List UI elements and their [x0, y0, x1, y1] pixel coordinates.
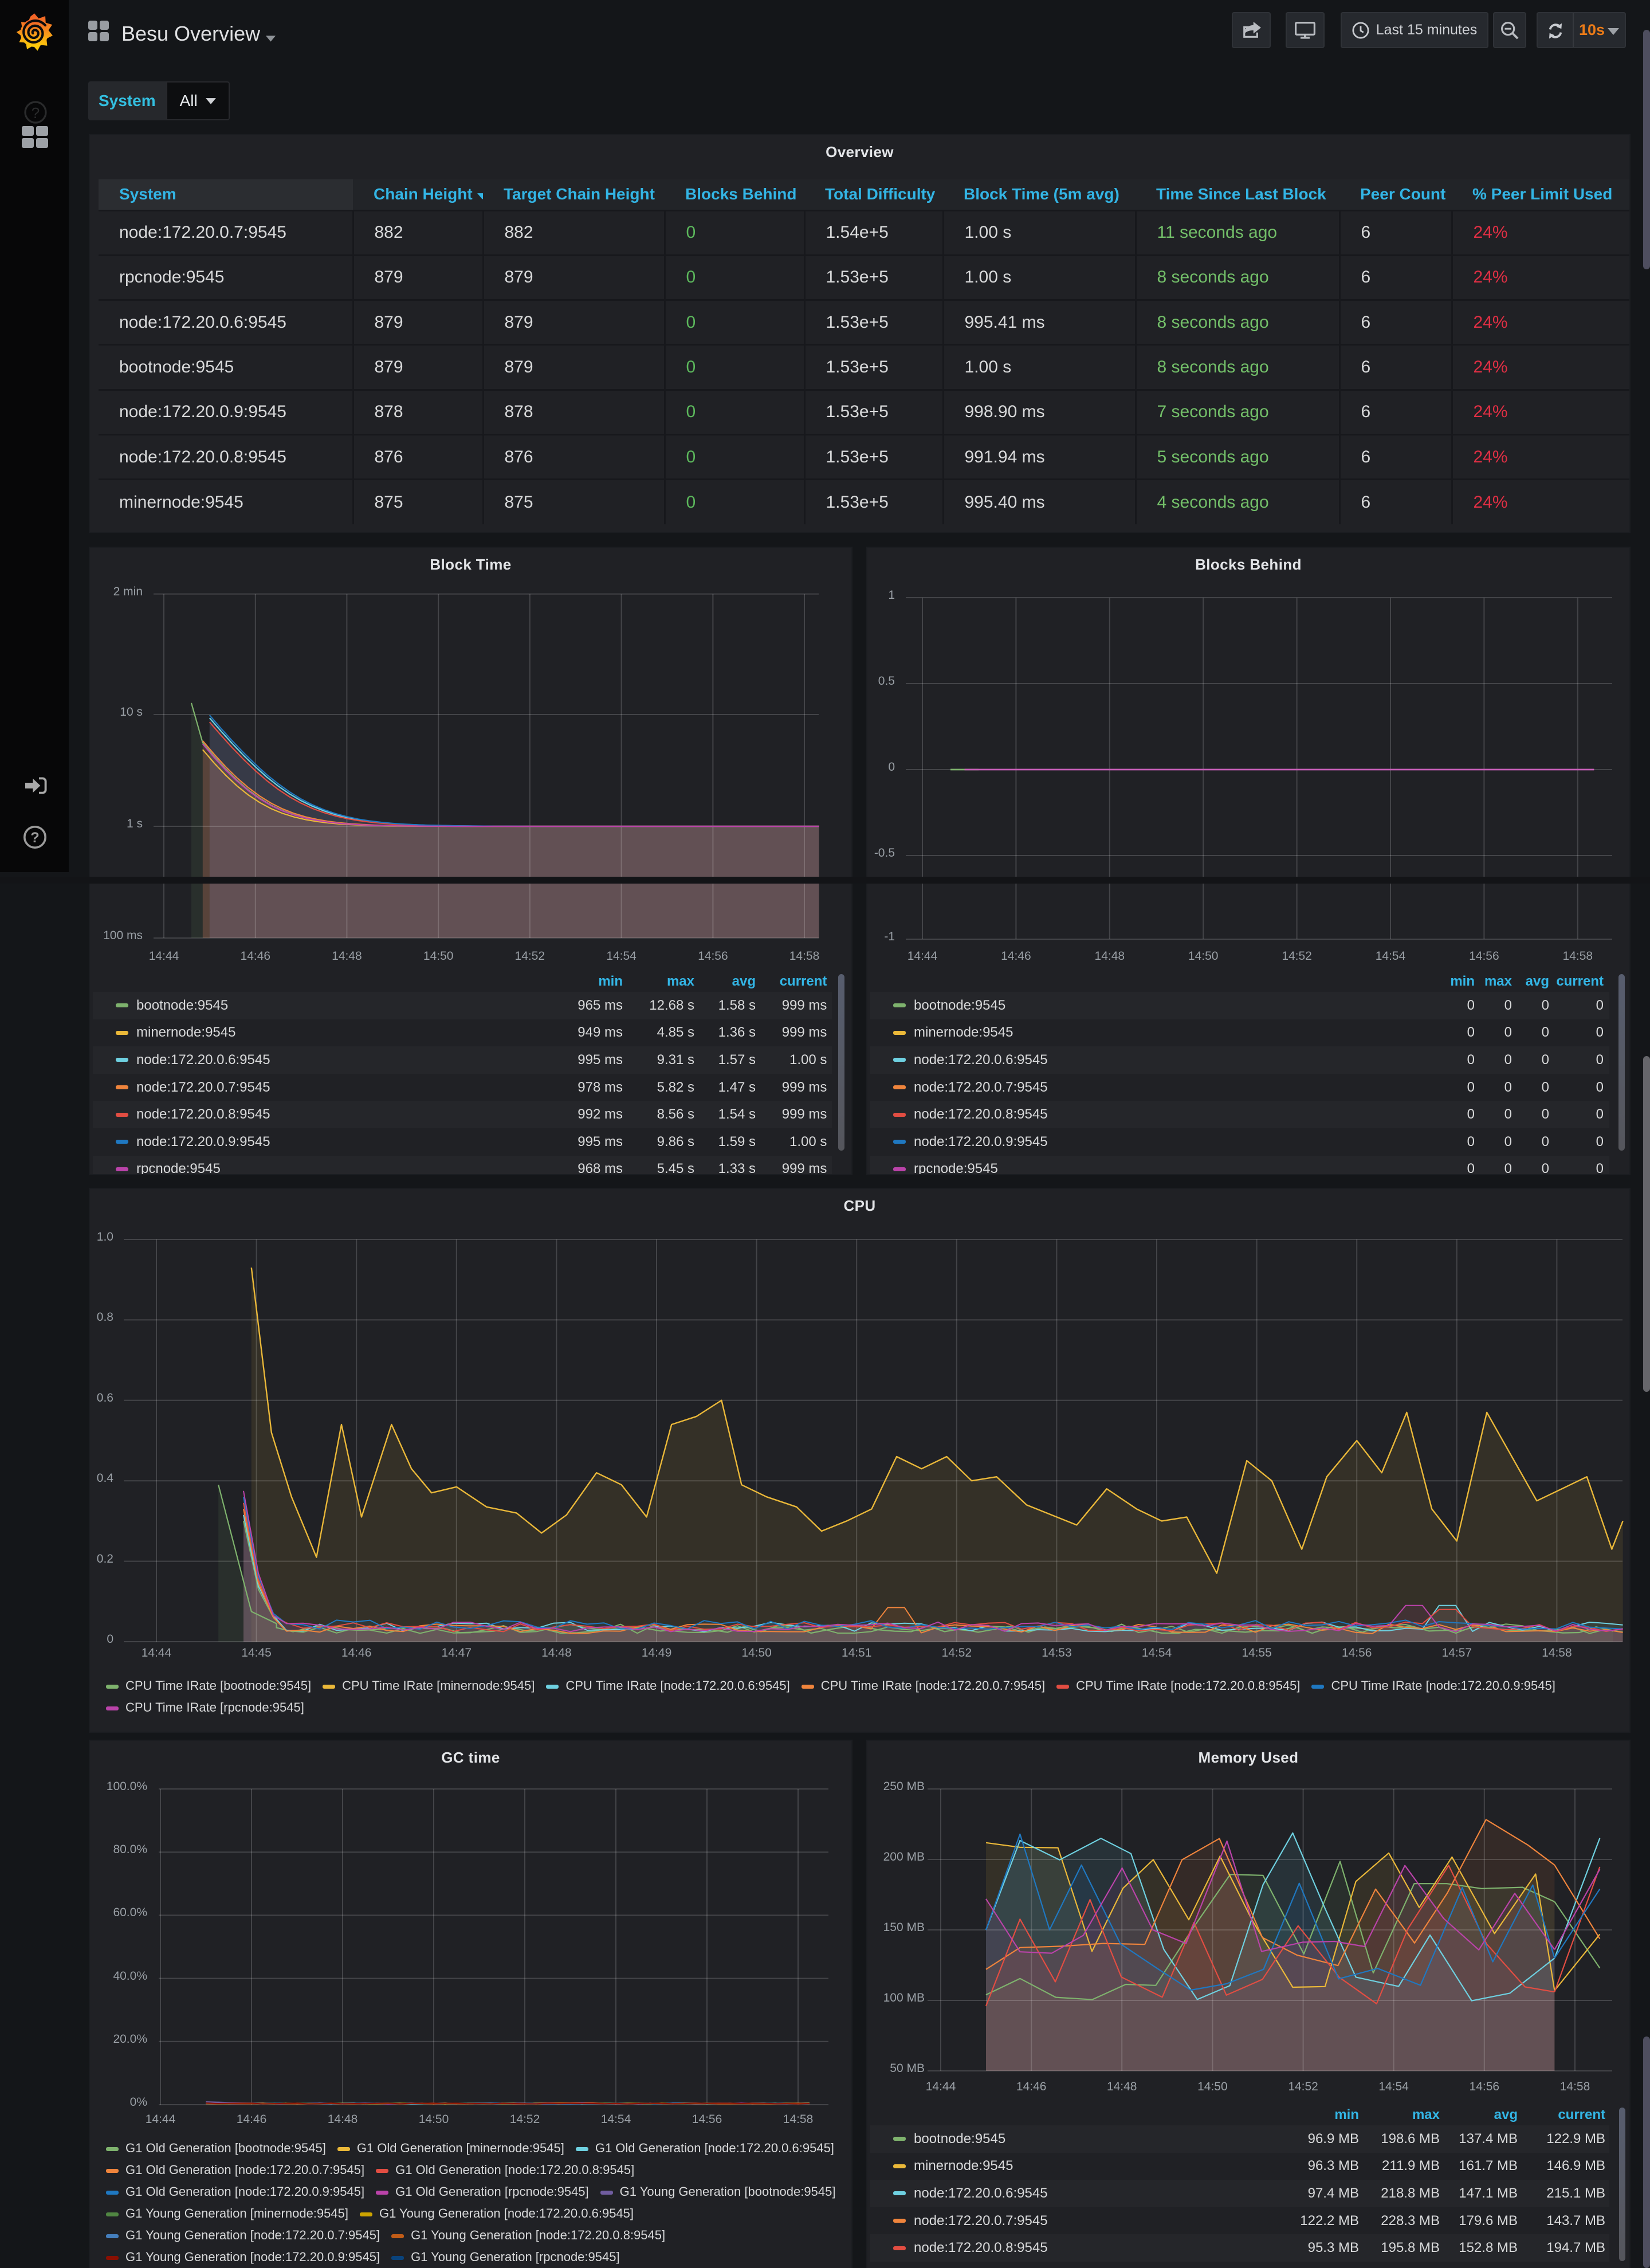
svg-text:?: ? — [30, 830, 40, 846]
svg-text:?: ? — [32, 104, 40, 121]
